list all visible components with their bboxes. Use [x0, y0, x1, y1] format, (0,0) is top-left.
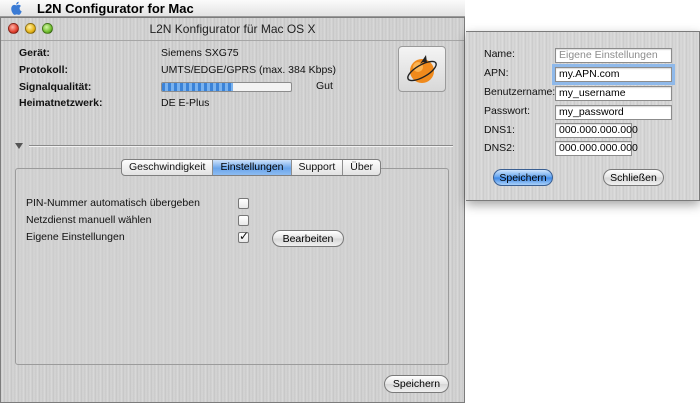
- tab-about[interactable]: Über: [343, 160, 380, 175]
- dns2-label: DNS2:: [484, 142, 515, 154]
- device-value: Siemens SXG75: [161, 47, 239, 59]
- disclosure-triangle-icon[interactable]: [15, 142, 23, 150]
- signal-quality-value: Gut: [316, 80, 333, 92]
- protocol-label: Protokoll:: [19, 64, 68, 76]
- network-manual-label: Netzdienst manuell wählen: [26, 214, 152, 226]
- zoom-window-button[interactable]: [42, 23, 53, 34]
- main-window: L2N Konfigurator für Mac OS X Gerät: Sie…: [0, 17, 465, 403]
- home-network-label: Heimatnetzwerk:: [19, 97, 103, 109]
- signal-quality-fill: [162, 83, 233, 91]
- password-field[interactable]: my_password: [555, 105, 672, 120]
- checkmark-icon: ✓: [239, 229, 250, 243]
- tab-support[interactable]: Support: [292, 160, 344, 175]
- menubar: L2N Configurator for Mac: [0, 0, 465, 17]
- l2n-logo: [398, 46, 446, 92]
- window-titlebar[interactable]: L2N Konfigurator für Mac OS X: [1, 18, 464, 41]
- apn-label: APN:: [484, 67, 509, 79]
- username-label: Benutzername:: [484, 86, 556, 98]
- minimize-window-button[interactable]: [25, 23, 36, 34]
- device-label: Gerät:: [19, 47, 50, 59]
- name-label: Name:: [484, 48, 515, 60]
- tab-bar: Geschwindigkeit Einstellungen Support Üb…: [121, 159, 382, 176]
- settings-tab-panel: PIN-Nummer automatisch übergeben Netzdie…: [15, 168, 449, 365]
- dialog-close-button[interactable]: Schließen: [603, 169, 664, 186]
- password-label: Passwort:: [484, 105, 531, 117]
- save-button[interactable]: Speichern: [384, 375, 449, 393]
- pin-auto-checkbox[interactable]: [238, 198, 249, 209]
- signal-quality-bar: [161, 82, 292, 92]
- username-field[interactable]: my_username: [555, 86, 672, 101]
- dialog-save-button[interactable]: Speichern: [493, 169, 553, 186]
- network-manual-checkbox[interactable]: [238, 215, 249, 226]
- custom-settings-dialog: Name: Eigene Einstellungen APN: my.APN.c…: [466, 31, 700, 201]
- custom-settings-label: Eigene Einstellungen: [26, 231, 125, 243]
- globe-logo-icon: [407, 55, 437, 83]
- home-network-value: DE E-Plus: [161, 97, 210, 109]
- dns1-label: DNS1:: [484, 124, 515, 136]
- signal-quality-label: Signalqualität:: [19, 81, 92, 93]
- apple-menu-icon[interactable]: [9, 1, 23, 15]
- name-field[interactable]: Eigene Einstellungen: [555, 48, 672, 63]
- tab-settings[interactable]: Einstellungen: [213, 160, 292, 175]
- pin-auto-label: PIN-Nummer automatisch übergeben: [26, 197, 200, 209]
- window-title: L2N Konfigurator für Mac OS X: [149, 22, 316, 36]
- custom-settings-checkbox[interactable]: ✓: [238, 229, 250, 243]
- protocol-value: UMTS/EDGE/GPRS (max. 384 Kbps): [161, 64, 337, 76]
- close-window-button[interactable]: [8, 23, 19, 34]
- dns1-field[interactable]: 000.000.000.000: [555, 123, 638, 138]
- dns2-field[interactable]: 000.000.000.000: [555, 141, 638, 156]
- apn-field[interactable]: my.APN.com: [552, 64, 675, 85]
- edit-button[interactable]: Bearbeiten: [272, 230, 344, 247]
- app-name-menu[interactable]: L2N Configurator for Mac: [37, 1, 194, 16]
- tab-speed[interactable]: Geschwindigkeit: [122, 160, 214, 175]
- separator: [29, 145, 453, 147]
